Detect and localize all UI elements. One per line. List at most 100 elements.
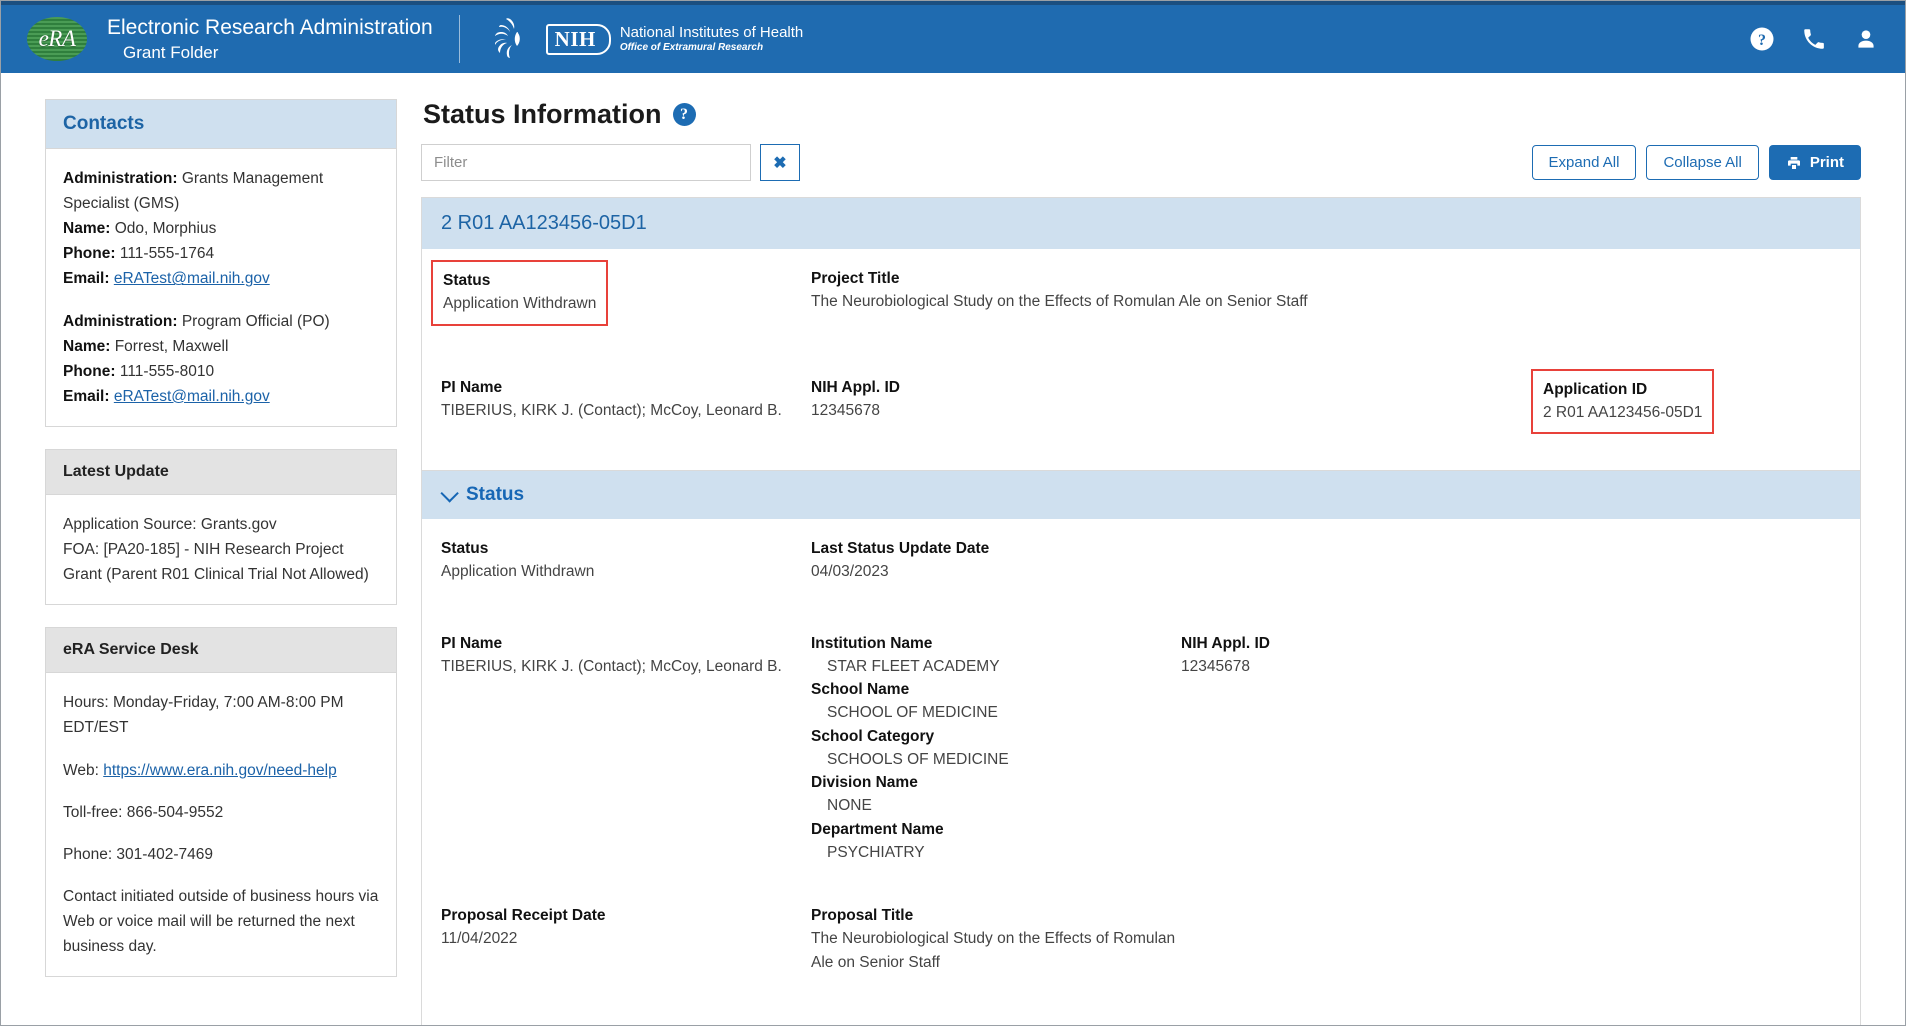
contact-group: Administration: Grants Management Specia… [63,166,379,292]
summary-pi-name-label: PI Name [441,378,503,396]
printer-icon [1787,156,1800,169]
expand-all-button[interactable]: Expand All [1531,145,1637,180]
service-desk-card: eRA Service Desk Hours: Monday-Friday, 7… [45,627,397,978]
service-desk-web-label: Web: [63,761,99,779]
help-circle-icon[interactable]: ? [1749,26,1775,52]
contact-name-value: Odo, Morphius [114,220,217,238]
nih-logo: NIH National Institutes of Health Office… [545,23,803,55]
division-name-label: Division Name [811,774,918,791]
summary-application-id-label: Application ID [1543,380,1648,398]
service-desk-body: Hours: Monday-Friday, 7:00 AM-8:00 PM ED… [46,673,396,976]
proposal-receipt-date-label: Proposal Receipt Date [441,907,606,924]
application-window: eRA Electronic Research Administration G… [0,0,1906,1026]
summary-nih-appl-id-field: NIH Appl. ID 12345678 [811,376,1541,423]
summary-nih-appl-id-label: NIH Appl. ID [811,378,900,396]
institution-name-label: Institution Name [811,634,933,652]
school-name-label: School Name [811,681,910,698]
proposal-receipt-date-value: 11/04/2022 [441,930,518,948]
svg-text:?: ? [1758,32,1766,49]
collapse-all-button[interactable]: Collapse All [1646,145,1759,180]
toolbar-buttons: Expand All Collapse All Print [1531,145,1861,180]
service-desk-hours: Hours: Monday-Friday, 7:00 AM-8:00 PM ED… [63,694,344,737]
proposal-title-value: The Neurobiological Study on the Effects… [811,930,1176,971]
status-nih-appl-id-field: NIH Appl. ID 12345678 [1181,632,1841,891]
status-section-body: Status Application Withdrawn Last Status… [422,519,1860,1026]
contacts-card-body: Administration: Grants Management Specia… [46,149,396,426]
status-nih-appl-id-value: 12345678 [1181,657,1250,675]
contact-group: Administration: Program Official (PO) Na… [63,309,379,409]
last-status-update-field: Last Status Update Date 04/03/2023 [811,537,1181,584]
school-category-value: SCHOOLS OF MEDICINE [827,750,1009,768]
status-pi-name-value: TIBERIUS, KIRK J. (Contact); McCoy, Leon… [441,657,782,675]
service-desk-tollfree: Toll-free: 866-504-9552 [63,803,224,821]
page-help-icon[interactable]: ? [672,103,696,126]
summary-row-2: PI Name TIBERIUS, KIRK J. (Contact); McC… [441,368,1841,449]
department-name-label: Department Name [811,820,944,838]
status-row-3: Proposal Receipt Date 11/04/2022 Proposa… [441,904,1841,1000]
filter-group: ✖ [421,144,800,181]
status-section-toggle[interactable]: Status [422,470,1860,519]
contact-name-label: Name: [63,337,111,355]
summary-row1-spacer [1541,267,1841,352]
contact-email-label: Email: [63,387,110,405]
status-pi-name-field: PI Name TIBERIUS, KIRK J. (Contact); McC… [441,632,811,865]
status-row4-spacer [1181,1022,1841,1025]
project-period-begin-label: Project Period Begin Date [441,1022,811,1026]
current-award-notice-date-label: Current Award Notice Date [811,1022,1181,1026]
summary-status-label: Status [443,272,491,289]
global-header: eRA Electronic Research Administration G… [1,1,1905,73]
print-button[interactable]: Print [1768,145,1861,180]
status-pi-name-label: PI Name [441,634,503,652]
proposal-title-label: Proposal Title [811,907,914,924]
era-logo-text: eRA [38,26,76,51]
filter-input[interactable] [421,144,751,181]
service-desk-note: Contact initiated outside of business ho… [63,887,379,956]
user-account-icon[interactable] [1853,26,1879,52]
phone-icon[interactable] [1801,26,1827,52]
contact-email-link[interactable]: eRATest@mail.nih.gov [114,388,270,405]
sidebar: Contacts Administration: Grants Manageme… [1,99,421,1025]
service-desk-web-link[interactable]: https://www.era.nih.gov/need-help [103,762,337,779]
header-action-icons: ? [1749,26,1879,52]
nih-brand-block: NIH National Institutes of Health Office… [486,16,803,62]
nih-badge-text: NIH [545,23,611,55]
app-title: Electronic Research Administration Grant… [107,15,433,64]
status-row3-spacer [1181,904,1841,1000]
hhs-seal-icon [494,18,520,58]
latest-update-card: Latest Update Application Source: Grants… [45,448,397,606]
service-desk-phone: Phone: 301-402-7469 [63,845,213,863]
application-panel-title: 2 R01 AA123456-05D1 [422,198,1860,249]
foa-text: FOA: [PA20-185] - NIH Research Project G… [63,541,369,584]
contact-admin-label: Administration: [63,312,178,330]
summary-application-id-field: Application ID 2 R01 AA123456-05D1 [1531,368,1841,449]
contact-email-label: Email: [63,270,110,288]
status-highlight-box: Status Application Withdrawn [431,260,609,326]
contact-admin-label: Administration: [63,170,178,187]
app-title-line1: Electronic Research Administration [107,15,433,39]
filter-clear-button[interactable]: ✖ [760,144,800,181]
contacts-card: Contacts Administration: Grants Manageme… [45,99,397,427]
page-title-text: Status Information [423,99,662,129]
page-title: Status Information ? [423,99,1861,130]
summary-pi-name-value: TIBERIUS, KIRK J. (Contact); McCoy, Leon… [441,401,782,419]
contact-email-link[interactable]: eRATest@mail.nih.gov [114,270,270,287]
contact-name-label: Name: [63,220,111,238]
proposal-title-field: Proposal Title The Neurobiological Study… [811,904,1181,974]
summary-nih-appl-id-value: 12345678 [811,401,880,419]
proposal-receipt-date-field: Proposal Receipt Date 11/04/2022 [441,904,811,974]
application-source-text: Application Source: Grants.gov [63,515,277,533]
institution-block: Institution Name STAR FLEET ACADEMY Scho… [811,632,1181,865]
status-row-1: Status Application Withdrawn Last Status… [441,537,1841,610]
application-summary: Status Application Withdrawn Project Tit… [422,249,1860,470]
app-title-line2: Grant Folder [123,42,219,62]
summary-project-title-label: Project Title [811,270,900,287]
nih-subtitle: Office of Extramural Research [619,42,764,53]
application-id-highlight-box: Application ID 2 R01 AA123456-05D1 [1531,368,1715,434]
service-desk-web-line: Web: https://www.era.nih.gov/need-help [63,758,379,783]
last-status-update-label: Last Status Update Date [811,540,990,557]
department-name-value: PSYCHIATRY [827,843,925,861]
contact-phone-value: 111-555-1764 [119,245,215,263]
status-row-4: Project Period Begin Date 05/20/2019 Pro… [441,1022,1841,1026]
status-nih-appl-id-label: NIH Appl. ID [1181,634,1270,652]
summary-pi-name-field: PI Name TIBERIUS, KIRK J. (Contact); McC… [441,376,811,423]
